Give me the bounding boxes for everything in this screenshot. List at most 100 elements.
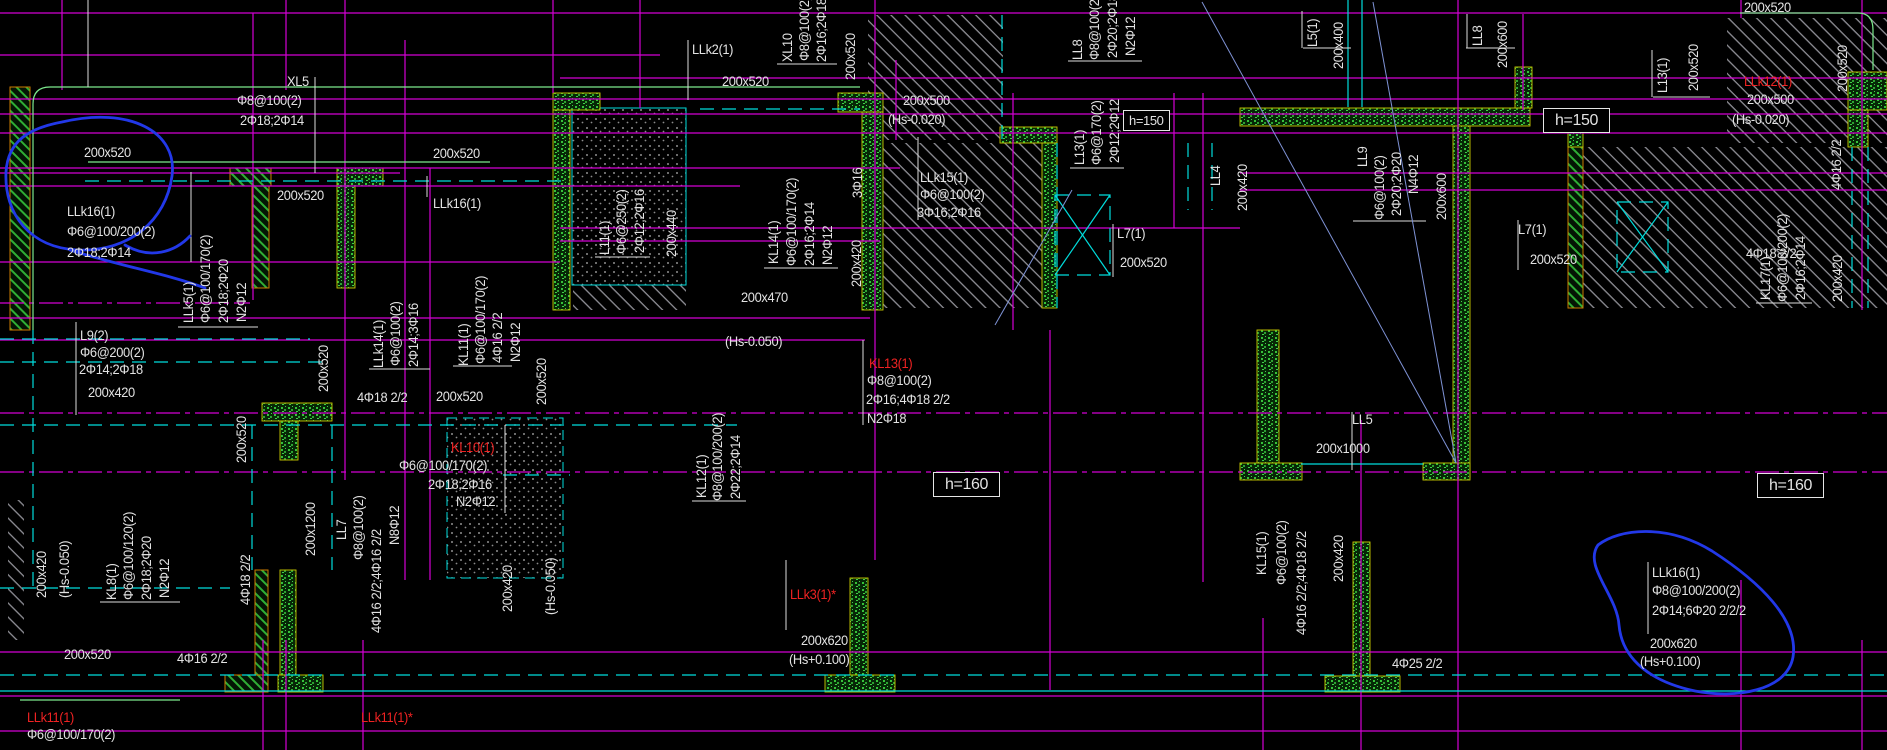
beam-annotation: Φ6@100/200(2) bbox=[1774, 213, 1790, 302]
beam-annotation: L13(1) bbox=[1654, 57, 1670, 93]
beam-tag-highlighted: LLk11(1)* bbox=[361, 709, 413, 725]
beam-annotation: Φ8@100(2) bbox=[237, 92, 302, 108]
beam-annotation: (Hs-0.050) bbox=[725, 333, 783, 349]
beam-annotation: 4Φ16 2/2 bbox=[1828, 139, 1844, 190]
beam-annotation: 200x520 bbox=[842, 33, 858, 80]
beam-annotation: Φ6@100(2) bbox=[1273, 520, 1289, 585]
beam-annotation: 200x420 bbox=[1829, 255, 1845, 302]
beam-annotation: 200x520 bbox=[1834, 45, 1850, 92]
cad-viewport[interactable]: XL5 Φ8@100(2) 2Φ18;2Φ14 200x520 200x520 LLk16… bbox=[0, 0, 1887, 750]
beam-annotation: 200x620 bbox=[801, 632, 848, 648]
beam-annotation: 200x520 bbox=[533, 358, 549, 405]
beam-annotation: 200x620 bbox=[1650, 635, 1697, 651]
beam-annotation: 200x1200 bbox=[302, 502, 318, 556]
beam-annotation: LLk2(1) bbox=[692, 41, 734, 57]
beam-annotation: N2Φ12 bbox=[507, 322, 523, 362]
beam-annotation: LLk16(1) bbox=[433, 195, 481, 211]
beam-annotation: 4Φ18 2/2 bbox=[357, 389, 408, 405]
beam-annotation: Φ6@100(2) bbox=[1371, 155, 1387, 220]
beam-annotation: Φ8@100/200(2) bbox=[1652, 582, 1741, 598]
beam-annotation: 200x520 bbox=[722, 73, 769, 89]
beam-annotation: 2Φ18;2Φ14 bbox=[67, 244, 131, 260]
beam-annotation: LL7 bbox=[333, 519, 349, 540]
beam-tag-highlighted: LLk3(1)* bbox=[790, 586, 836, 602]
beam-annotation: 2Φ14;3Φ16 bbox=[405, 303, 421, 367]
beam-annotation: Φ6@100(2) bbox=[387, 301, 403, 366]
beam-annotation: 200x520 bbox=[84, 144, 131, 160]
beam-annotation: KL14(1) bbox=[765, 220, 781, 264]
beam-annotation: 2Φ12;2Φ16 bbox=[631, 189, 647, 253]
slab-thickness-tag: h=150 bbox=[1543, 108, 1610, 133]
beam-annotation: 4Φ25 2/2 bbox=[1392, 655, 1443, 671]
beam-annotation: 200x520 bbox=[64, 646, 111, 662]
beam-annotation: 4Φ18 2/2 bbox=[237, 554, 253, 605]
beam-annotation: L13(1) bbox=[1071, 129, 1087, 165]
slab-thickness-tag: h=150 bbox=[1123, 110, 1170, 131]
annotation-layer: XL5 Φ8@100(2) 2Φ18;2Φ14 200x520 200x520 LLk16… bbox=[0, 0, 1887, 750]
beam-annotation: (Hs+0.100) bbox=[1640, 653, 1701, 669]
beam-annotation: Φ6@100/120(2) bbox=[120, 511, 136, 600]
beam-annotation: L7(1) bbox=[1518, 221, 1547, 237]
beam-annotation: 200x500 bbox=[1747, 91, 1794, 107]
beam-annotation: Φ8@100(2) bbox=[796, 0, 812, 61]
beam-annotation: KL15(1) bbox=[1253, 531, 1269, 575]
beam-annotation: L5(1) bbox=[1304, 18, 1320, 47]
beam-annotation: 200x1000 bbox=[1316, 440, 1370, 456]
beam-annotation: 200x420 bbox=[499, 565, 515, 612]
beam-annotation: 200x520 bbox=[1530, 251, 1577, 267]
beam-annotation: Φ8@100(2) bbox=[350, 495, 366, 560]
beam-annotation: (Hs-0.020) bbox=[1732, 111, 1790, 127]
beam-annotation: LL4 bbox=[1207, 165, 1223, 186]
beam-annotation: Φ6@100/170(2) bbox=[197, 234, 213, 323]
beam-annotation: 2Φ16;2Φ14 bbox=[1792, 236, 1808, 300]
slab-thickness-tag: h=160 bbox=[933, 472, 1000, 497]
beam-annotation: (Hs-0.050) bbox=[56, 540, 72, 598]
beam-annotation: 2Φ14;2Φ18 bbox=[79, 361, 143, 377]
beam-tag-highlighted: LLk12(1) bbox=[1744, 73, 1792, 89]
beam-annotation: N2Φ12 bbox=[456, 493, 496, 509]
beam-annotation: 200x420 bbox=[1234, 164, 1250, 211]
beam-annotation: L7(1) bbox=[1117, 225, 1146, 241]
beam-annotation: LL5 bbox=[1352, 411, 1373, 427]
slab-thickness-tag: h=160 bbox=[1757, 473, 1824, 498]
beam-annotation: 3Φ16;2Φ16 bbox=[917, 204, 981, 220]
beam-annotation: 2Φ18;2Φ20 bbox=[215, 259, 231, 323]
beam-tag-highlighted: LLk11(1) bbox=[27, 709, 74, 725]
beam-annotation: KL11(1) bbox=[455, 323, 471, 366]
beam-annotation: 2Φ16;4Φ18 2/2 bbox=[866, 391, 950, 407]
beam-annotation: 4Φ16 2/2 bbox=[489, 312, 505, 363]
beam-annotation: XL10 bbox=[779, 33, 795, 62]
beam-annotation: N2Φ18 bbox=[867, 410, 907, 426]
beam-annotation: 2Φ18;2Φ14 bbox=[240, 112, 304, 128]
beam-annotation: 200x520 bbox=[277, 187, 324, 203]
beam-annotation: 200x520 bbox=[1685, 44, 1701, 91]
beam-annotation: 2Φ20;2Φ18 bbox=[1104, 0, 1120, 59]
beam-annotation: 200x520 bbox=[436, 388, 483, 404]
beam-annotation: Φ6@250(2) bbox=[613, 189, 629, 254]
beam-annotation: Φ8@100(2) bbox=[1086, 0, 1102, 60]
beam-annotation: LLk14(1) bbox=[370, 320, 386, 368]
beam-annotation: KL17(1) bbox=[1757, 256, 1773, 300]
beam-annotation: 2Φ18;2Φ20 bbox=[138, 536, 154, 600]
beam-annotation: N2Φ12 bbox=[156, 558, 172, 598]
beam-annotation: 4Φ16 2/2;4Φ16 2/2 bbox=[368, 529, 384, 633]
beam-annotation: 2Φ16;2Φ18 bbox=[813, 0, 829, 63]
beam-annotation: 200x440 bbox=[663, 210, 679, 257]
beam-annotation: Φ6@100/200(2) bbox=[67, 223, 156, 239]
beam-annotation: 200x420 bbox=[33, 551, 49, 598]
beam-tag-highlighted: KL10(1) bbox=[451, 439, 495, 455]
beam-annotation: L11(1) bbox=[596, 220, 612, 255]
beam-annotation: KL8(1) bbox=[103, 563, 119, 600]
beam-annotation: 3Φ16 bbox=[849, 167, 865, 198]
beam-annotation: LLk5(1) bbox=[180, 281, 196, 323]
beam-annotation: Φ8@100(2) bbox=[867, 372, 932, 388]
beam-annotation: N2Φ12 bbox=[819, 225, 835, 265]
beam-annotation: 2Φ14;6Φ20 2/2/2 bbox=[1652, 602, 1746, 618]
beam-annotation: LL8 bbox=[1069, 39, 1085, 60]
beam-annotation: L9(2) bbox=[80, 327, 109, 343]
beam-annotation: N2Φ12 bbox=[1122, 16, 1138, 57]
beam-annotation: 200x520 bbox=[1120, 254, 1167, 270]
beam-annotation: Φ6@170(2) bbox=[1088, 100, 1104, 165]
beam-annotation: 2Φ12;2Φ12 bbox=[1106, 99, 1122, 163]
beam-annotation: 4Φ16 2/2 bbox=[177, 650, 228, 666]
